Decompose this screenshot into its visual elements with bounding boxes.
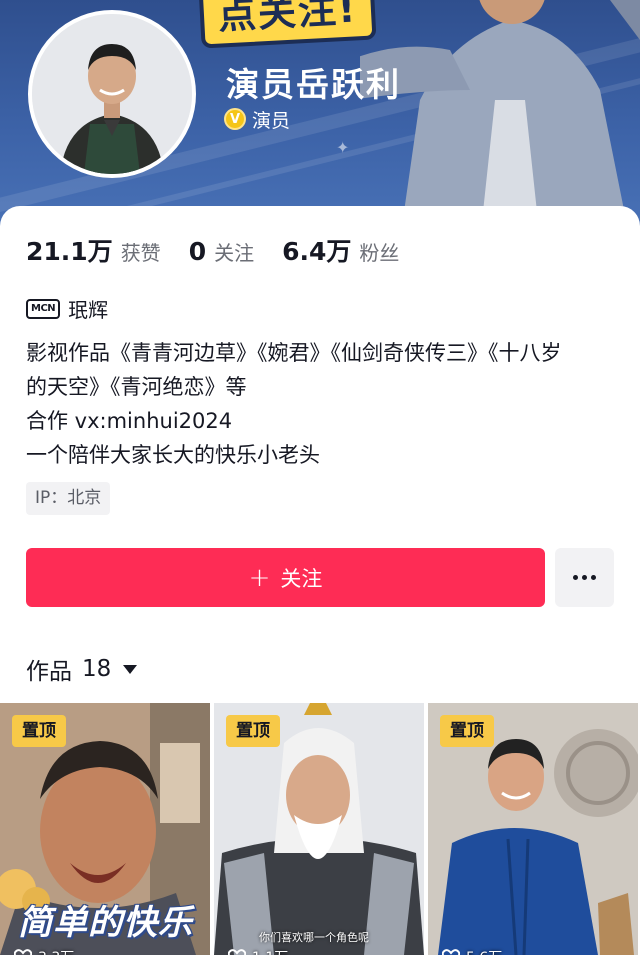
stat-value: 6.4万 bbox=[282, 237, 352, 266]
profile-card: 21.1万 获赞 0 关注 6.4万 粉丝 MCN 珉辉 影视作品《青青河边草》… bbox=[0, 206, 640, 706]
works-count: 18 bbox=[82, 656, 112, 682]
verified-v-icon: V bbox=[224, 108, 246, 130]
heart-icon bbox=[14, 949, 32, 955]
more-dots-icon bbox=[573, 575, 596, 580]
pinned-badge: 置顶 bbox=[12, 715, 66, 747]
tab-works[interactable]: 作品 18 bbox=[26, 652, 138, 686]
banner-slogan: 点关注! bbox=[198, 0, 377, 49]
ip-location-tag: IP：北京 bbox=[26, 482, 111, 515]
like-count: 1.1万 bbox=[252, 947, 288, 955]
like-count: 3.3万 bbox=[38, 947, 74, 955]
profile-stats: 21.1万 获赞 0 关注 6.4万 粉丝 bbox=[26, 232, 427, 268]
stat-value: 21.1万 bbox=[26, 237, 113, 266]
like-count: 5.6万 bbox=[466, 947, 502, 955]
stat-followers[interactable]: 6.4万 粉丝 bbox=[282, 232, 399, 268]
stat-likes: 21.1万 获赞 bbox=[26, 232, 161, 268]
bio-line: 影视作品《青青河边草》《婉君》《仙剑奇侠传三》《十八岁 bbox=[26, 341, 562, 365]
mcn-icon: MCN bbox=[26, 298, 61, 319]
verification-label: 演员 bbox=[252, 109, 291, 132]
stat-label: 粉丝 bbox=[359, 241, 400, 265]
plus-icon: + bbox=[248, 562, 271, 593]
works-tab-label: 作品 bbox=[26, 659, 72, 685]
bio-line: 合作 vx:minhui2024 bbox=[26, 409, 233, 433]
video-grid: 置顶 简单的快乐 3.3万 置顶 你们喜欢哪一个角色呢 1.1万 bbox=[0, 703, 640, 955]
bio-line: 的天空》《青河绝恋》等 bbox=[26, 375, 247, 399]
heart-icon bbox=[228, 949, 246, 955]
heart-icon bbox=[442, 949, 460, 955]
more-options-button[interactable] bbox=[555, 548, 614, 607]
stat-value: 0 bbox=[188, 237, 207, 266]
verification-badge: V 演员 bbox=[224, 106, 290, 132]
video-thumbnail[interactable]: 置顶 简单的快乐 3.3万 bbox=[0, 703, 210, 955]
video-caption: 简单的快乐 bbox=[18, 903, 193, 943]
profile-name: 演员岳跃利 bbox=[226, 65, 401, 104]
stat-label: 获赞 bbox=[120, 241, 161, 265]
bio-line: 一个陪伴大家长大的快乐小老头 bbox=[26, 443, 320, 467]
video-subtitle: 你们喜欢哪一个角色呢 bbox=[259, 931, 369, 944]
follow-button[interactable]: + 关注 bbox=[26, 548, 545, 607]
follow-button-label: 关注 bbox=[280, 566, 323, 591]
banner-figure-image bbox=[360, 0, 640, 240]
sparkle-icon: ✦ bbox=[336, 138, 350, 157]
video-likes: 1.1万 bbox=[228, 947, 288, 955]
pinned-badge: 置顶 bbox=[440, 715, 494, 747]
profile-banner: 点关注! ✦ 演员岳跃利 V 演员 bbox=[0, 0, 640, 240]
video-likes: 3.3万 bbox=[14, 947, 74, 955]
avatar[interactable] bbox=[28, 10, 196, 178]
video-likes: 5.6万 bbox=[442, 947, 502, 955]
mcn-name: 珉辉 bbox=[68, 298, 109, 322]
avatar-image bbox=[32, 14, 192, 174]
pinned-badge: 置顶 bbox=[226, 715, 280, 747]
stat-following[interactable]: 0 关注 bbox=[189, 237, 254, 266]
mcn-agency[interactable]: MCN 珉辉 bbox=[26, 294, 108, 323]
stat-label: 关注 bbox=[214, 241, 255, 265]
video-thumbnail[interactable]: 置顶 5.6万 bbox=[428, 703, 638, 955]
video-thumbnail[interactable]: 置顶 你们喜欢哪一个角色呢 1.1万 bbox=[214, 703, 424, 955]
caret-down-icon bbox=[123, 664, 138, 674]
profile-bio: 影视作品《青青河边草》《婉君》《仙剑奇侠传三》《十八岁 的天空》《青河绝恋》等 … bbox=[26, 336, 616, 472]
